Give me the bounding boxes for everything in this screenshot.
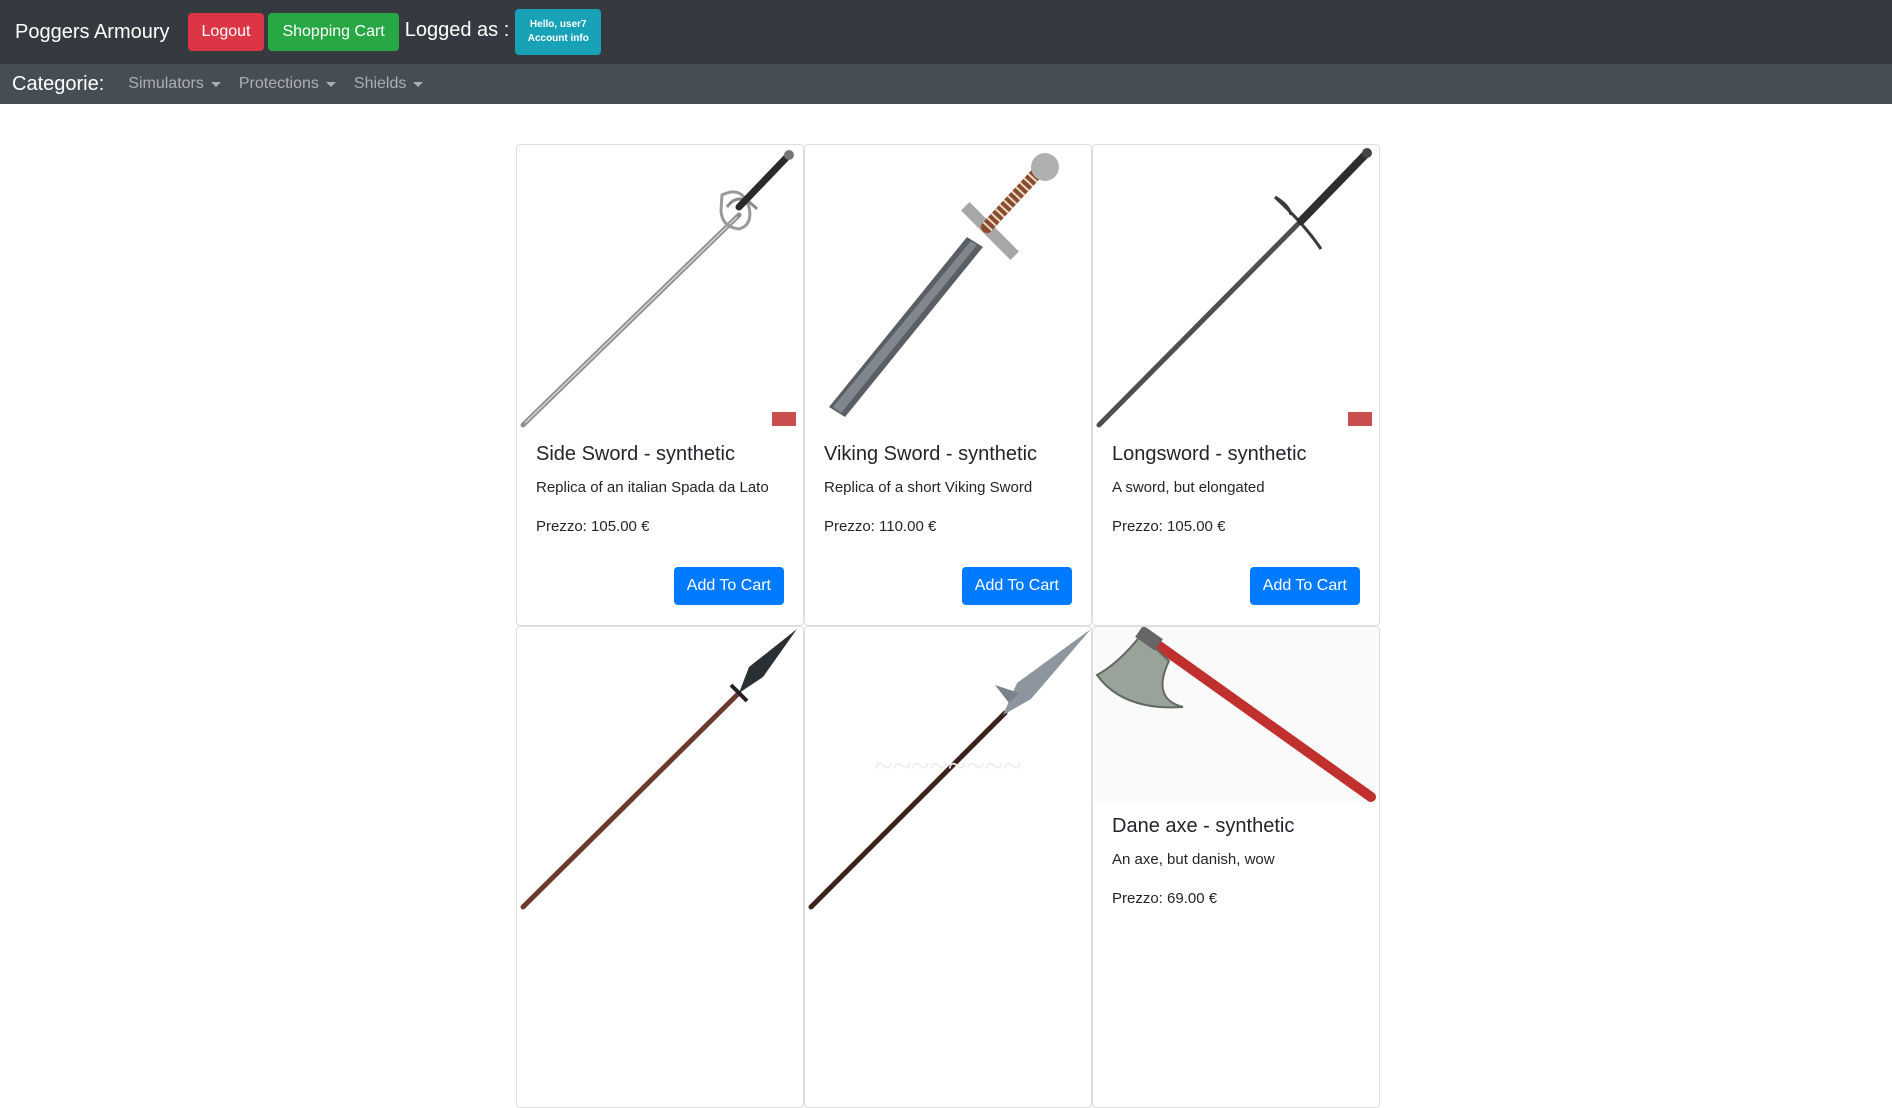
product-price: Prezzo: 110.00 €	[824, 518, 937, 535]
add-to-cart-button[interactable]: Add To Cart	[1249, 567, 1360, 605]
logged-as-label: Logged as :	[404, 18, 510, 41]
product-title[interactable]: Viking Sword - synthetic	[824, 443, 1072, 467]
product-card: ~~~~~~~~	[804, 626, 1092, 1108]
add-to-cart-button[interactable]: Add To Cart	[673, 567, 784, 605]
dane-axe-image	[1093, 627, 1379, 803]
top-navbar: Poggers Armoury Logout Shopping Cart Log…	[0, 0, 1892, 64]
product-description: Replica of a short Viking Sword	[824, 479, 1033, 496]
category-label: Protections	[238, 75, 319, 92]
logout-button[interactable]: Logout	[187, 13, 265, 51]
category-label: Shields	[353, 75, 407, 92]
product-title[interactable]: Dane axe - synthetic	[1112, 815, 1360, 839]
product-title[interactable]	[536, 925, 784, 949]
add-to-cart-button[interactable]: Add To Cart	[961, 567, 1072, 605]
product-description: An axe, but danish, wow	[1112, 851, 1275, 868]
categories-title: Categorie:	[12, 72, 105, 95]
caret-down-icon	[210, 81, 221, 87]
spear-image	[520, 629, 797, 910]
side-sword-image	[520, 150, 796, 428]
product-description: Replica of an italian Spada da Lato	[536, 479, 769, 496]
brand-name[interactable]: Poggers Armoury	[15, 21, 170, 44]
watermark-text: ~~~~~~~~	[874, 748, 1021, 785]
product-price: Prezzo: 105.00 €	[1112, 518, 1226, 535]
account-info-label: Account info	[527, 33, 589, 44]
longsword-image	[1096, 148, 1372, 428]
category-protections-dropdown[interactable]: Protections	[239, 75, 336, 93]
product-description: A sword, but elongated	[1112, 479, 1265, 496]
product-price: Prezzo: 105.00 €	[536, 518, 650, 535]
account-info-button[interactable]: Hello, user7 Account info	[515, 9, 602, 55]
spear-image: ~~~~~~~~	[808, 629, 1091, 910]
category-label: Simulators	[128, 75, 204, 92]
shopping-cart-button[interactable]: Shopping Cart	[268, 13, 399, 51]
product-grid: Side Sword - synthetic Replica of an ita…	[516, 144, 1380, 1108]
caret-down-icon	[413, 81, 424, 87]
product-title[interactable]: Side Sword - synthetic	[536, 443, 784, 467]
product-card: Viking Sword - synthetic Replica of a sh…	[804, 144, 1092, 626]
product-card: Dane axe - synthetic An axe, but danish,…	[1092, 626, 1380, 1108]
category-navbar: Categorie: Simulators Protections Shield…	[0, 64, 1892, 104]
product-card: Side Sword - synthetic Replica of an ita…	[516, 144, 804, 626]
product-title[interactable]: Longsword - synthetic	[1112, 443, 1360, 467]
category-simulators-dropdown[interactable]: Simulators	[128, 75, 221, 93]
category-shields-dropdown[interactable]: Shields	[353, 75, 424, 93]
product-price: Prezzo: 69.00 €	[1112, 890, 1218, 907]
caret-down-icon	[325, 81, 336, 87]
product-card: Longsword - synthetic A sword, but elong…	[1092, 144, 1380, 626]
account-greeting: Hello, user7	[529, 19, 587, 30]
product-title[interactable]	[824, 925, 1072, 949]
viking-sword-image	[829, 153, 1059, 417]
product-card	[516, 626, 804, 1108]
